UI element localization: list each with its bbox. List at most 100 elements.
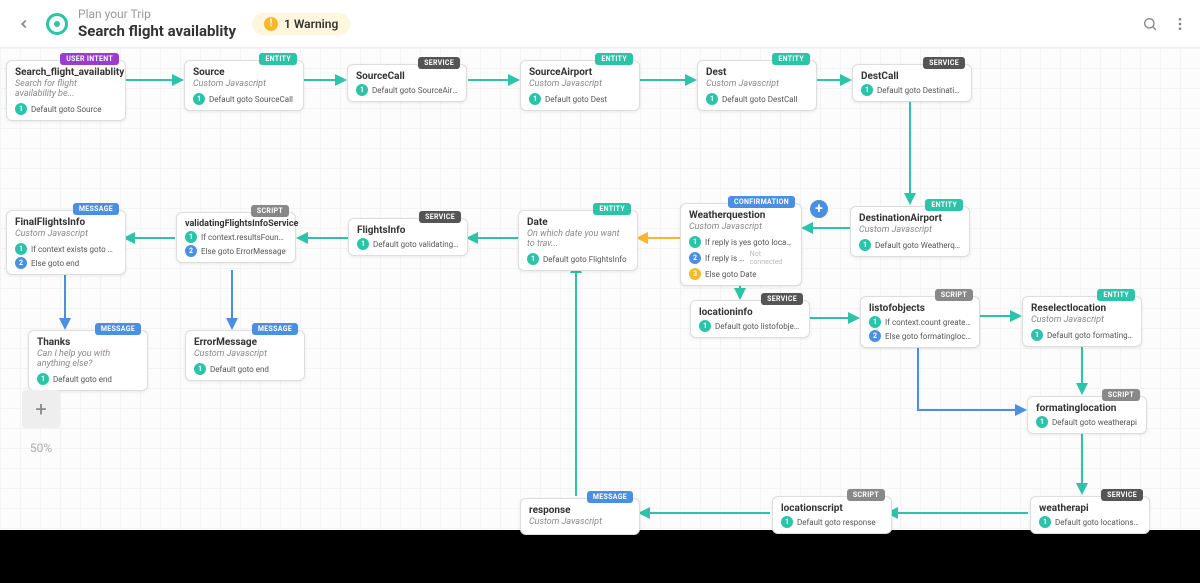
node-title: Source	[193, 67, 295, 78]
node-formatinglocation[interactable]: SCRIPT formatinglocation 1Default goto w…	[1027, 396, 1147, 434]
title-block: Plan your Trip Search flight availablity	[78, 7, 236, 39]
tag-entity: ENTITY	[595, 53, 633, 65]
tag-script: SCRIPT	[251, 205, 289, 217]
node-dest[interactable]: ENTITY Dest Custom Javascript 1Default g…	[697, 60, 817, 111]
node-row[interactable]: 1Default goto Dest	[529, 92, 631, 106]
node-listofobjects[interactable]: SCRIPT listofobjects 1If context.count g…	[860, 296, 980, 348]
more-icon[interactable]	[1172, 16, 1188, 32]
connectors	[0, 48, 1200, 530]
search-icon[interactable]	[1142, 16, 1158, 32]
node-subtitle: Custom Javascript	[529, 517, 631, 527]
node-errormessage[interactable]: MESSAGE ErrorMessage Custom Javascript 1…	[185, 330, 305, 381]
node-row[interactable]: 3Else goto Date	[689, 267, 793, 281]
node-row[interactable]: 1Default goto DestCall	[706, 92, 808, 106]
node-finalflights[interactable]: MESSAGE FinalFlightsInfo Custom Javascri…	[6, 210, 126, 275]
node-title: DestinationAirport	[859, 213, 961, 224]
tag-service: SERVICE	[418, 57, 460, 69]
node-title: weatherapi	[1039, 503, 1141, 514]
tag-confirmation: CONFIRMATION	[728, 196, 795, 208]
node-thanks[interactable]: MESSAGE Thanks Can I help you with anyth…	[28, 330, 148, 391]
warning-icon: !	[264, 17, 278, 31]
add-node-button[interactable]: +	[810, 200, 828, 218]
tag-entity: ENTITY	[593, 203, 631, 215]
node-row[interactable]: 1Default goto response	[781, 515, 883, 529]
node-row[interactable]: 2Else goto formatinglocation	[869, 329, 971, 343]
node-title: SourceCall	[356, 71, 458, 82]
node-locationscript[interactable]: SCRIPT locationscript 1Default goto resp…	[772, 496, 892, 534]
node-sourceairport[interactable]: ENTITY SourceAirport Custom Javascript 1…	[520, 60, 640, 111]
tag-entity: ENTITY	[1097, 289, 1135, 301]
node-subtitle: Search for flight availability be...	[15, 79, 117, 99]
node-title: Search_flight_availablity	[15, 67, 117, 78]
node-title: locationscript	[781, 503, 883, 514]
tag-script: SCRIPT	[935, 289, 973, 301]
tag-message: MESSAGE	[73, 203, 119, 215]
node-row[interactable]: 1Default goto SourceAirport	[356, 83, 458, 97]
node-title: locationinfo	[699, 307, 801, 318]
node-title: Date	[527, 217, 629, 228]
node-locationinfo[interactable]: SERVICE locationinfo 1Default goto listo…	[690, 300, 810, 338]
tag-message: MESSAGE	[252, 323, 298, 335]
node-title: Reselectlocation	[1031, 303, 1133, 314]
node-title: formatinglocation	[1036, 403, 1138, 414]
zoom-level[interactable]: 50%	[22, 434, 60, 462]
back-button[interactable]	[12, 12, 36, 36]
node-row[interactable]: 1Default goto listofobjects	[699, 319, 801, 333]
node-weatherapi[interactable]: SERVICE weatherapi 1Default goto locatio…	[1030, 496, 1150, 534]
node-title: FlightsInfo	[357, 225, 459, 236]
tag-entity: ENTITY	[259, 53, 297, 65]
node-row[interactable]: 1Default goto validatingFlightsInfoServi…	[357, 237, 459, 251]
node-row[interactable]: 2Else goto ErrorMessage	[185, 244, 287, 258]
tag-user-intent: USER INTENT	[60, 53, 119, 65]
node-row[interactable]: 1Default goto end	[194, 362, 296, 376]
node-row[interactable]: 1Default goto end	[37, 372, 139, 386]
node-subtitle: Custom Javascript	[529, 79, 631, 89]
node-row[interactable]: 1Default goto formatinglocation	[1031, 328, 1133, 342]
warning-text: 1 Warning	[284, 17, 338, 31]
node-date[interactable]: ENTITY Date On which date you want to tr…	[518, 210, 638, 271]
node-subtitle: Can I help you with anything else?	[37, 349, 139, 369]
node-destcall[interactable]: SERVICE DestCall 1Default goto Destinati…	[852, 64, 972, 102]
node-title: ErrorMessage	[194, 337, 296, 348]
node-row[interactable]: 1Default goto weatherapi	[1036, 415, 1138, 429]
tag-service: SERVICE	[923, 57, 965, 69]
zoom-in-button[interactable]: +	[22, 390, 60, 428]
node-sourcecall[interactable]: SERVICE SourceCall 1Default goto SourceA…	[347, 64, 467, 102]
node-subtitle: Custom Javascript	[1031, 315, 1133, 325]
flow-canvas[interactable]: USER INTENT Search_flight_availablity Se…	[0, 48, 1200, 530]
breadcrumb[interactable]: Plan your Trip	[78, 7, 236, 21]
node-row[interactable]: 1If reply is yes goto locationinfo	[689, 235, 793, 249]
node-subtitle: On which date you want to trav...	[527, 229, 629, 249]
node-reselectlocation[interactable]: ENTITY Reselectlocation Custom Javascrip…	[1022, 296, 1142, 347]
node-destairport[interactable]: ENTITY DestinationAirport Custom Javascr…	[850, 206, 970, 257]
node-row[interactable]: 1Default goto SourceCall	[193, 92, 295, 106]
node-validating[interactable]: SCRIPT validatingFlightsInfoService 1If …	[176, 212, 296, 263]
node-flightsinfo[interactable]: SERVICE FlightsInfo 1Default goto valida…	[348, 218, 468, 256]
page-title: Search flight availablity	[78, 22, 236, 40]
node-row[interactable]: 1If context exists goto Thanks	[15, 242, 117, 256]
node-row[interactable]: 1Default goto FlightsInfo	[527, 252, 629, 266]
node-intent[interactable]: USER INTENT Search_flight_availablity Se…	[6, 60, 126, 121]
node-title: DestCall	[861, 71, 963, 82]
node-weatherquestion[interactable]: CONFIRMATION Weatherquestion Custom Java…	[680, 203, 802, 286]
zoom-controls: + 50%	[22, 390, 60, 462]
node-row[interactable]: 1Default goto locationscript	[1039, 515, 1141, 529]
node-subtitle: Custom Javascript	[193, 79, 295, 89]
node-row[interactable]: 2If reply is noNot connected	[689, 249, 793, 267]
node-title: Thanks	[37, 337, 139, 348]
tag-service: SERVICE	[761, 293, 803, 305]
header: Plan your Trip Search flight availablity…	[0, 0, 1200, 48]
node-row[interactable]: 1Default goto DestinationAirport	[861, 83, 963, 97]
node-source[interactable]: ENTITY Source Custom Javascript 1Default…	[184, 60, 304, 111]
node-row[interactable]: 1If context.count greater than 1 goto Re…	[869, 315, 971, 329]
warning-pill[interactable]: ! 1 Warning	[252, 13, 350, 35]
tag-script: SCRIPT	[1102, 389, 1140, 401]
node-subtitle: Custom Javascript	[859, 225, 961, 235]
node-row[interactable]: 1Default goto Weatherquestion	[859, 238, 961, 252]
node-row[interactable]: 2Else goto end	[15, 256, 117, 270]
node-response[interactable]: MESSAGE response Custom Javascript	[520, 498, 640, 535]
node-title: validatingFlightsInfoService	[185, 219, 287, 229]
node-row[interactable]: 1Default goto Source	[15, 102, 117, 116]
node-row[interactable]: 1If context.resultsFound equals to true …	[185, 230, 287, 244]
node-title: response	[529, 505, 631, 516]
